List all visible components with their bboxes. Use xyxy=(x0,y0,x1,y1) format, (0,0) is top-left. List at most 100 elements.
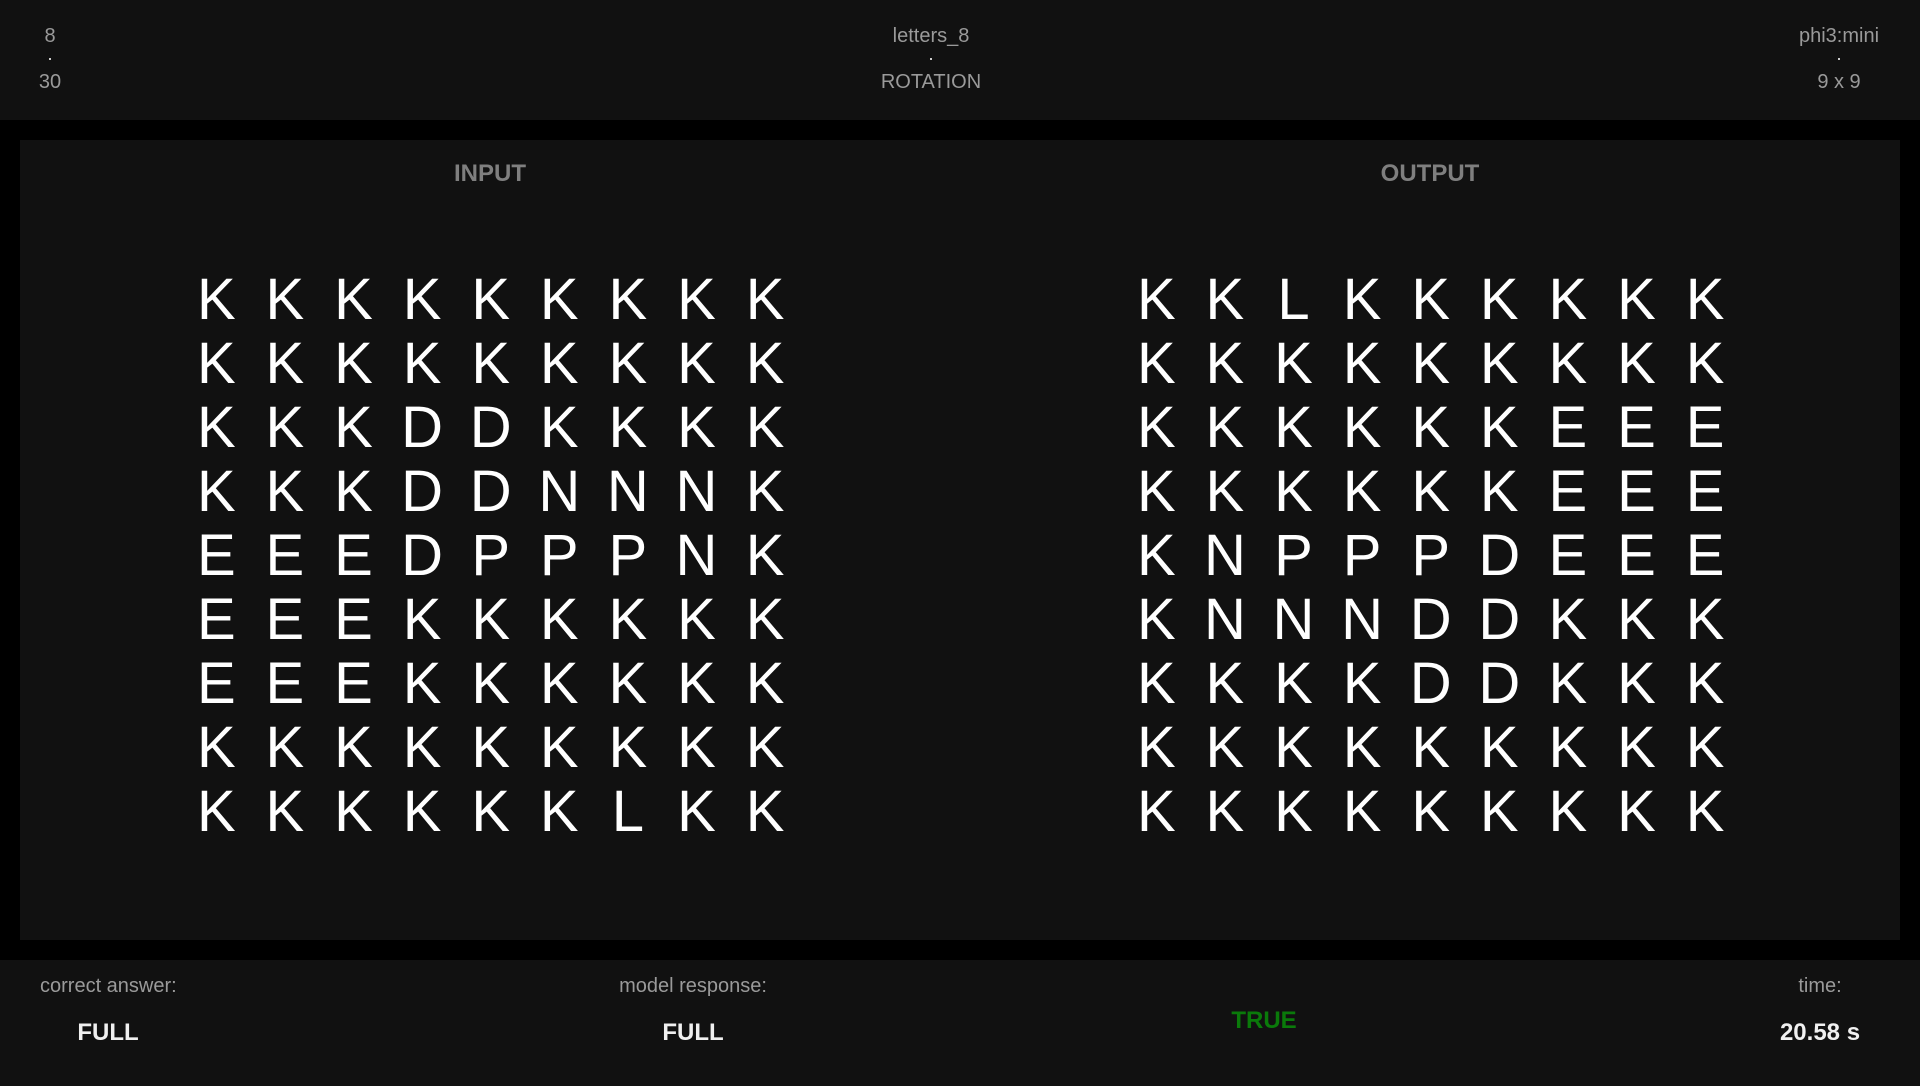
grids-panel: INPUT OUTPUT KKKKKKKKKKKKKKKKKKKKKDDKKKK… xyxy=(20,140,1900,940)
model-name: phi3:mini xyxy=(1798,25,1880,47)
grid-cell: E xyxy=(1548,459,1588,524)
grid-cell: K xyxy=(1342,715,1382,780)
grid-cell: K xyxy=(1136,779,1176,844)
grid-cell: N xyxy=(675,459,718,524)
grid-cell: K xyxy=(402,267,442,332)
grid-cell: K xyxy=(539,587,579,652)
grid-cell: N xyxy=(606,459,649,524)
input-grid: KKKKKKKKKKKKKKKKKKKKKDDKKKKKKKDDNNNKEEED… xyxy=(182,268,799,844)
grid-cell: K xyxy=(745,715,785,780)
grid-cell: L xyxy=(1277,267,1310,332)
grid-cell: K xyxy=(265,779,305,844)
grid-cell: D xyxy=(469,459,512,524)
grid-cell: K xyxy=(1617,651,1656,716)
input-title: INPUT xyxy=(454,160,526,187)
grid-cell: E xyxy=(265,587,305,652)
separator-dot xyxy=(49,58,51,60)
grid-cell: P xyxy=(608,523,648,588)
task-index: 8 xyxy=(44,25,56,47)
grid-cell: K xyxy=(1205,779,1245,844)
grid-cell: K xyxy=(196,459,236,524)
grid-cell: K xyxy=(334,395,373,460)
grid-cell: E xyxy=(334,651,373,716)
grid-cell: N xyxy=(1341,587,1384,652)
grid-cell: K xyxy=(196,395,236,460)
grid-cell: K xyxy=(539,331,579,396)
grid-cell: E xyxy=(1685,459,1725,524)
grid-cell: K xyxy=(608,267,648,332)
grid-cell: K xyxy=(745,331,785,396)
grid-cell: K xyxy=(334,267,373,332)
grid-cell: K xyxy=(1617,715,1656,780)
grid-cell: K xyxy=(1411,715,1451,780)
grid-cell: D xyxy=(401,459,444,524)
grid-cell: K xyxy=(1136,267,1176,332)
grid-cell: K xyxy=(1548,779,1588,844)
model-response-label: model response: xyxy=(619,975,767,997)
grid-cell: K xyxy=(1136,331,1176,396)
grid-cell: P xyxy=(1411,523,1451,588)
grid-cell: D xyxy=(401,523,444,588)
grid-cell: K xyxy=(1548,651,1588,716)
grid-cell: L xyxy=(611,779,644,844)
output-title: OUTPUT xyxy=(1380,160,1480,187)
grid-cell: K xyxy=(539,715,579,780)
header-bar: 8 30 letters_8 ROTATION phi3:mini 9 x 9 xyxy=(0,0,1920,120)
verdict-badge: TRUE xyxy=(1231,1007,1297,1034)
grid-cell: K xyxy=(608,715,648,780)
grid-cell: K xyxy=(1479,779,1519,844)
grid-cell: D xyxy=(401,395,444,460)
grid-cell: K xyxy=(539,651,579,716)
grid-cell: K xyxy=(1685,651,1725,716)
footer-bar: correct answer: FULL model response: FUL… xyxy=(0,960,1920,1086)
grid-cell: P xyxy=(1274,523,1313,588)
grid-cell: N xyxy=(1203,587,1246,652)
grid-cell: K xyxy=(677,395,716,460)
grid-cell: K xyxy=(265,395,305,460)
grid-cell: K xyxy=(196,779,236,844)
grid-cell: K xyxy=(539,395,579,460)
grid-cell: K xyxy=(471,651,511,716)
grid-cell: K xyxy=(334,715,373,780)
grid-cell: K xyxy=(677,587,716,652)
grid-cell: K xyxy=(1205,395,1245,460)
grid-cell: K xyxy=(1479,459,1519,524)
grid-cell: K xyxy=(608,331,648,396)
grid-cell: K xyxy=(196,331,236,396)
grid-cell: N xyxy=(538,459,581,524)
time-label: time: xyxy=(1798,975,1842,997)
grid-cell: K xyxy=(1342,331,1382,396)
grid-cell: K xyxy=(265,331,305,396)
grid-cell: K xyxy=(1548,587,1588,652)
grid-cell: K xyxy=(1205,331,1245,396)
grid-cell: N xyxy=(1203,523,1246,588)
grid-cell: K xyxy=(1274,331,1313,396)
grid-cell: E xyxy=(1685,523,1725,588)
grid-cell: K xyxy=(1136,459,1176,524)
grid-cell: E xyxy=(334,523,373,588)
grid-cell: K xyxy=(677,779,716,844)
grid-cell: K xyxy=(1205,651,1245,716)
grid-cell: K xyxy=(471,267,511,332)
grid-cell: K xyxy=(1205,459,1245,524)
grid-cell: K xyxy=(1617,331,1656,396)
dataset-name: letters_8 xyxy=(892,25,970,47)
grid-cell: K xyxy=(1479,331,1519,396)
grid-size: 9 x 9 xyxy=(1817,71,1861,93)
grid-cell: K xyxy=(1274,395,1313,460)
grid-cell: K xyxy=(334,779,373,844)
grid-cell: K xyxy=(402,587,442,652)
grid-cell: K xyxy=(1136,395,1176,460)
transform-type: ROTATION xyxy=(880,71,982,93)
grid-cell: N xyxy=(1272,587,1315,652)
grid-cell: K xyxy=(1617,587,1656,652)
grid-cell: K xyxy=(677,331,716,396)
grid-cell: K xyxy=(1479,267,1519,332)
grid-cell: K xyxy=(745,779,785,844)
grid-cell: K xyxy=(539,779,579,844)
grid-cell: P xyxy=(539,523,579,588)
grid-cell: K xyxy=(1205,715,1245,780)
grid-cell: K xyxy=(1479,395,1519,460)
grid-cell: K xyxy=(1685,331,1725,396)
grid-cell: K xyxy=(745,523,785,588)
